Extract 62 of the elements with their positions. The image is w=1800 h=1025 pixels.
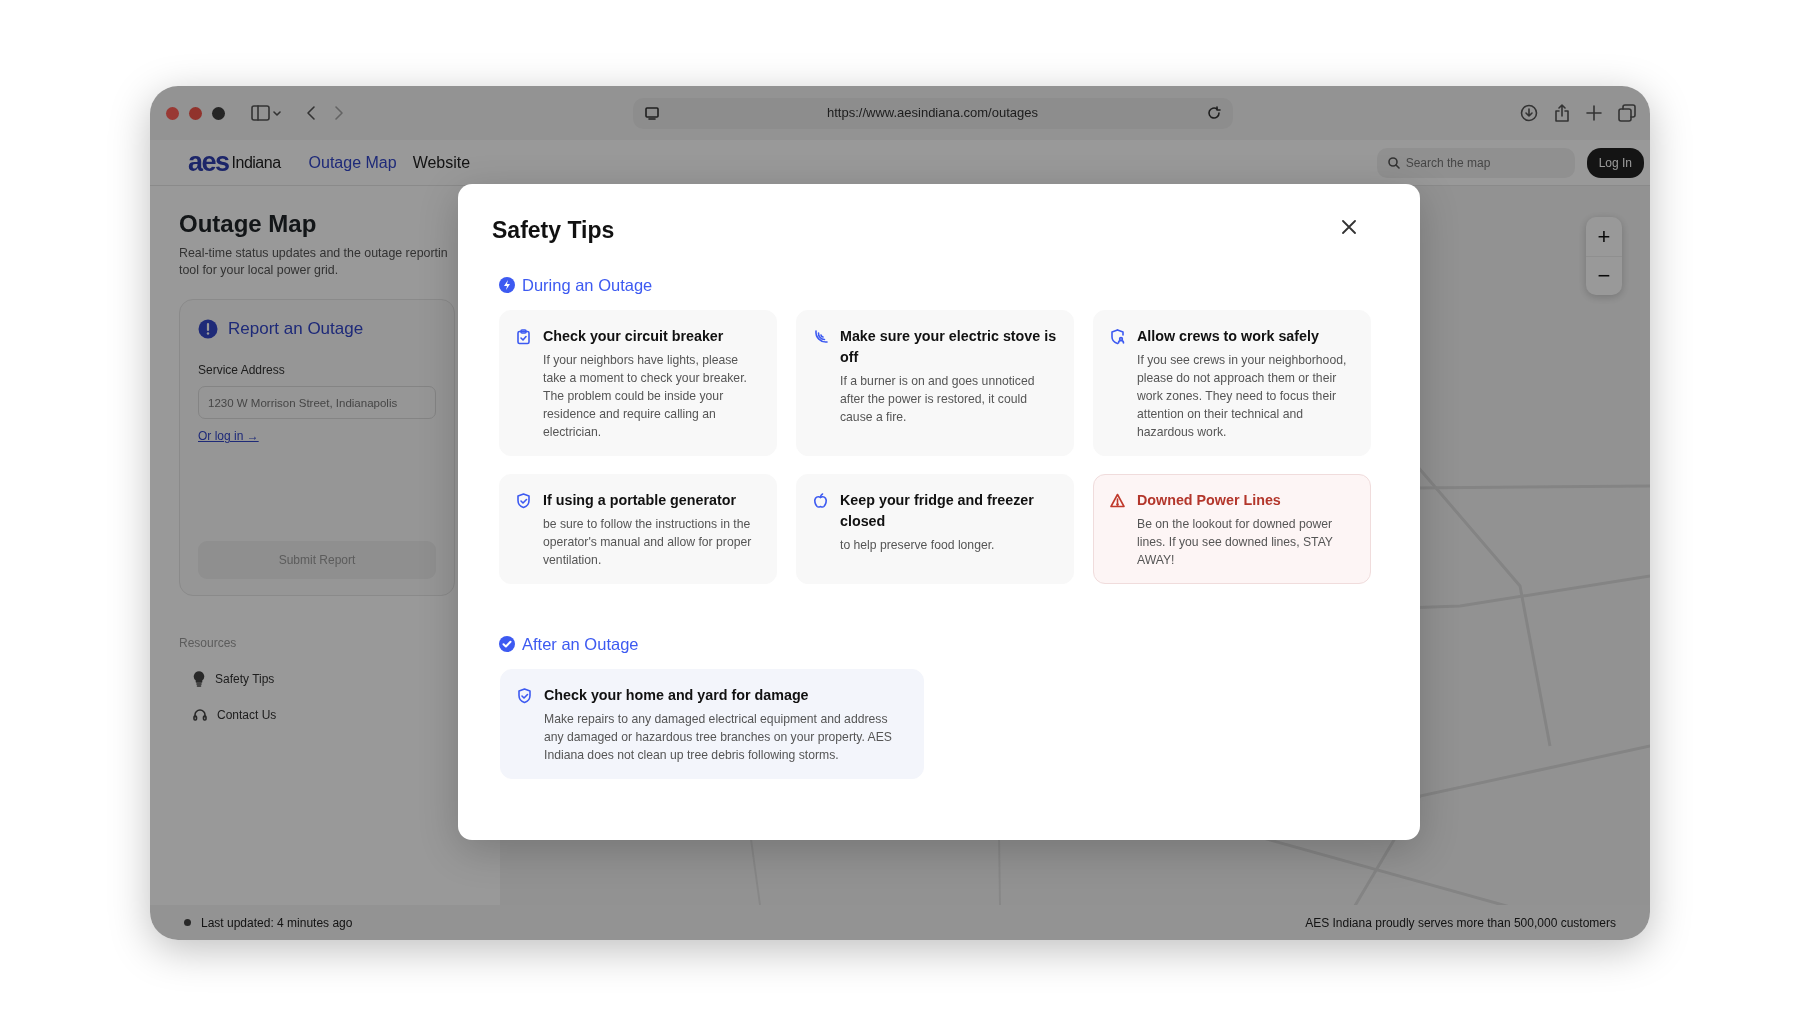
zoom-in-button[interactable]: + — [1586, 217, 1622, 256]
tip-title: Allow crews to work safely — [1137, 326, 1320, 346]
field-label: Service Address — [198, 362, 286, 380]
back-icon[interactable] — [305, 104, 317, 122]
spiral-icon — [813, 328, 828, 345]
reload-icon[interactable] — [1206, 106, 1221, 120]
tip-text: If you see crews in your neighborhood, please do not approach them or their work zones. They need to focus their attention on their technical and hazardous work. — [1137, 351, 1348, 441]
search-field[interactable]: Search the map — [1376, 147, 1575, 178]
lightbulb-icon — [193, 670, 205, 687]
nav-link[interactable]: Website — [412, 150, 471, 175]
page-subtitle: Real-time status updates and the outage reportin — [179, 244, 449, 262]
clipboard-check-icon — [516, 328, 531, 345]
section-label: Resources — [179, 634, 238, 652]
resource-link[interactable]: Contact Us — [193, 705, 500, 724]
zoom-button[interactable] — [212, 106, 225, 120]
address-bar[interactable]: https://www.aesindiana.com/outages — [632, 97, 1233, 129]
alert-icon — [198, 318, 218, 339]
close-icon — [1342, 220, 1356, 234]
page-subtitle: tool for your local power grid. — [179, 261, 340, 279]
dialog-title: Safety Tips — [492, 217, 615, 245]
tip-title: Keep your fridge and freezer closed — [840, 490, 1035, 531]
shield-check-icon — [517, 687, 532, 704]
section-heading: After an Outage — [522, 633, 639, 655]
tip-text: Make repairs to any damaged electrical equipment and address any damaged or hazardous tree branches on your property. AES Indiana does not clean up tree debris following storms. — [544, 710, 893, 764]
logo-text[interactable]: Indiana — [231, 150, 281, 175]
check-circle-icon — [499, 636, 515, 653]
tip-title: Check your circuit breaker — [543, 326, 725, 346]
warning-icon — [1110, 492, 1125, 509]
tip-title: Downed Power Lines — [1137, 490, 1282, 510]
lightning-icon — [499, 277, 515, 294]
login-link[interactable]: Or log in → — [198, 427, 259, 446]
tip-text: be sure to follow the instructions in the operator's manual and allow for proper ventilation. — [543, 515, 753, 569]
tip-text: If your neighbors have lights, please take a moment to check your breaker. The problem could be inside your residence and require calling an electrician. — [543, 351, 748, 441]
tip-title: Check your home and yard for damage — [544, 685, 810, 705]
apple-icon — [813, 492, 828, 509]
tip-title: Make sure your electric stove is off — [840, 326, 1057, 367]
login-button[interactable]: Log In — [1586, 147, 1644, 178]
page-icon — [644, 106, 659, 120]
share-icon[interactable] — [1554, 104, 1570, 122]
status-dot — [184, 919, 191, 926]
shield-person-icon — [1110, 328, 1125, 345]
sidebar-icon[interactable] — [251, 104, 281, 122]
nav-link[interactable]: Outage Map — [308, 150, 397, 175]
minimize-button[interactable] — [189, 106, 202, 120]
tip-title: If using a portable generator — [543, 490, 738, 510]
download-icon[interactable] — [1520, 104, 1538, 122]
new-tab-icon[interactable] — [1586, 104, 1602, 122]
zoom-out-button[interactable]: − — [1586, 256, 1622, 295]
footer-text: AES Indiana proudly serves more than 500,000 customers — [1305, 914, 1616, 932]
url-text: https://www.aesindiana.com/outages — [826, 104, 1039, 123]
tip-text: If a burner is on and goes unnoticed after the power is restored, it could cause a fire. — [840, 372, 1036, 426]
last-updated-text: Last updated: 4 minutes ago — [201, 914, 353, 932]
tip-text: Be on the lookout for downed power lines. If you see downed lines, STAY AWAY! — [1137, 515, 1334, 569]
shield-check-icon — [516, 492, 531, 509]
tabs-icon[interactable] — [1618, 104, 1636, 122]
headset-icon — [193, 707, 207, 722]
tip-text: to help preserve food longer. — [840, 536, 996, 554]
resource-link[interactable]: Safety Tips — [193, 669, 500, 688]
address-field[interactable]: 1230 W Morrison Street, Indianapolis — [198, 386, 436, 420]
section-heading: During an Outage — [522, 275, 653, 296]
logo-mark[interactable]: aes — [188, 149, 229, 176]
card-title: Report an Outage — [228, 317, 364, 340]
